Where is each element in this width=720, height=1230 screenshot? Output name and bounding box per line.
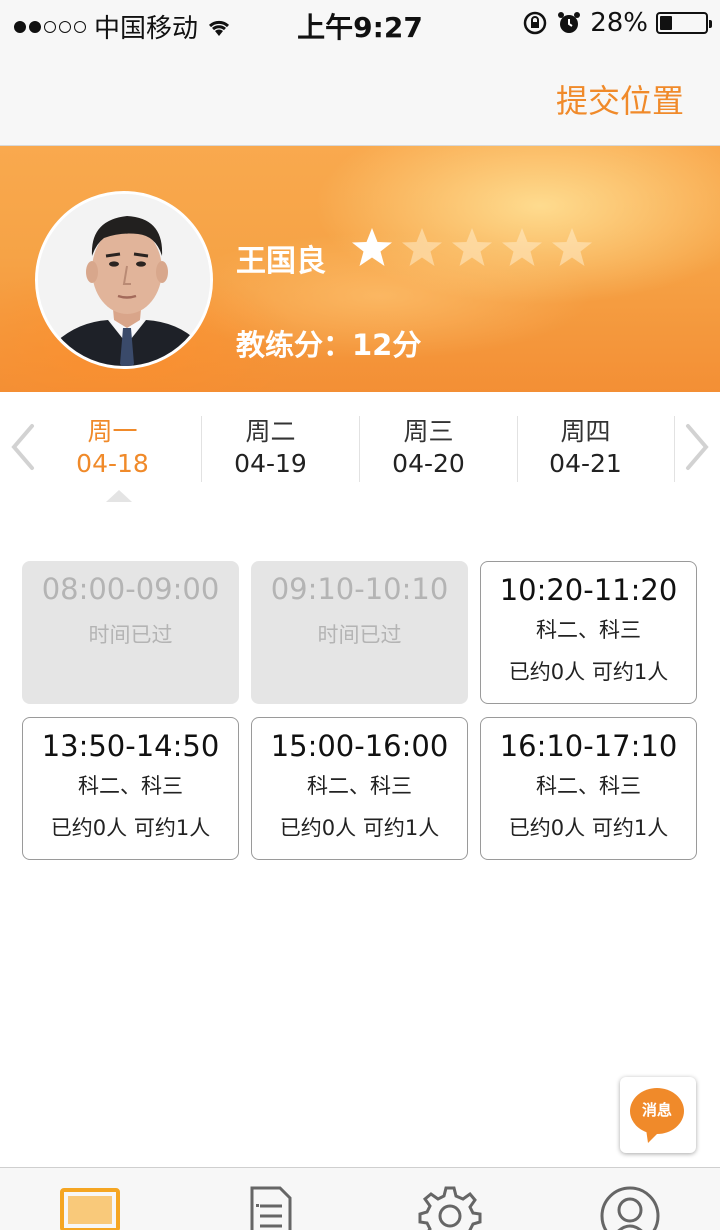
slot-subjects: 科二、科三 [536, 774, 641, 798]
day-weekday: 周三 [403, 417, 454, 446]
time-slot-3[interactable]: 13:50-14:50 科二、科三 已约0人 可约1人 [22, 717, 239, 860]
star-empty-icon [552, 228, 592, 266]
slot-subjects: 科二、科三 [78, 774, 183, 798]
navigation-bar: 提交位置 [0, 48, 720, 146]
message-label: 消息 [641, 1101, 672, 1119]
coach-name: 王国良 [236, 244, 326, 279]
slot-status: 时间已过 [88, 623, 173, 647]
slot-subjects: 科二、科三 [307, 774, 412, 798]
day-weekday: 周二 [245, 417, 296, 446]
status-bar: 中国移动 上午9:27 28% [0, 0, 720, 48]
coach-score: 教练分：12分 [236, 328, 422, 362]
slot-time: 15:00-16:00 [270, 729, 449, 763]
day-date: 04-19 [234, 449, 307, 478]
chevron-right-icon[interactable] [682, 422, 712, 472]
gear-icon[interactable] [418, 1184, 482, 1230]
rating-stars [350, 226, 594, 270]
day-tab-1[interactable]: 周二 04-19 [192, 416, 349, 484]
submit-location-button[interactable]: 提交位置 [556, 76, 684, 122]
day-tab-2[interactable]: 周三 04-20 [350, 416, 507, 484]
date-selector: 周一 04-18 周二 04-19 周三 04-20 周四 04-21 [0, 392, 720, 502]
slot-time: 13:50-14:50 [41, 729, 220, 763]
slot-capacity: 已约0人 可约1人 [508, 660, 669, 684]
time-slot-0[interactable]: 08:00-09:00 时间已过 [22, 561, 239, 704]
status-right: 28% [522, 8, 712, 38]
slot-status: 时间已过 [317, 623, 402, 647]
day-divider [674, 416, 675, 482]
coach-photo [38, 194, 210, 366]
battery-icon [656, 12, 712, 34]
slot-subjects: 科二、科三 [536, 618, 641, 642]
user-profile-icon[interactable] [598, 1184, 662, 1230]
day-tab-3[interactable]: 周四 04-21 [507, 416, 664, 484]
day-date: 04-18 [76, 449, 149, 478]
battery-percent: 28% [590, 8, 648, 38]
avatar [35, 191, 213, 369]
star-empty-icon [502, 228, 542, 266]
slot-capacity: 已约0人 可约1人 [508, 816, 669, 840]
day-date: 04-21 [549, 449, 622, 478]
slot-time: 16:10-17:10 [499, 729, 678, 763]
slot-time: 10:20-11:20 [499, 573, 678, 607]
monitor-icon[interactable] [58, 1184, 122, 1230]
slot-capacity: 已约0人 可约1人 [279, 816, 440, 840]
coach-profile-banner: 王国良 教练分：12分 [0, 146, 720, 392]
slot-time: 09:10-10:10 [270, 572, 449, 606]
day-weekday: 周一 [87, 417, 138, 446]
time-slot-4[interactable]: 15:00-16:00 科二、科三 已约0人 可约1人 [251, 717, 468, 860]
time-slot-1[interactable]: 09:10-10:10 时间已过 [251, 561, 468, 704]
rotation-lock-icon [523, 11, 547, 35]
battery-fill [660, 16, 673, 30]
time-slot-5[interactable]: 16:10-17:10 科二、科三 已约0人 可约1人 [480, 717, 697, 860]
selected-day-indicator [106, 490, 132, 502]
message-button[interactable]: 消息 [620, 1077, 696, 1153]
time-slot-2[interactable]: 10:20-11:20 科二、科三 已约0人 可约1人 [480, 561, 697, 704]
document-list-icon[interactable] [238, 1184, 302, 1230]
tab-bar [0, 1167, 720, 1230]
star-empty-icon [402, 228, 442, 266]
day-date: 04-20 [392, 449, 465, 478]
day-weekday: 周四 [560, 417, 611, 446]
alarm-icon [558, 12, 581, 33]
slot-time: 08:00-09:00 [41, 572, 220, 606]
star-empty-icon [452, 228, 492, 266]
day-tab-0[interactable]: 周一 04-18 [34, 416, 191, 484]
slot-capacity: 已约0人 可约1人 [50, 816, 211, 840]
star-filled-icon [352, 228, 392, 266]
